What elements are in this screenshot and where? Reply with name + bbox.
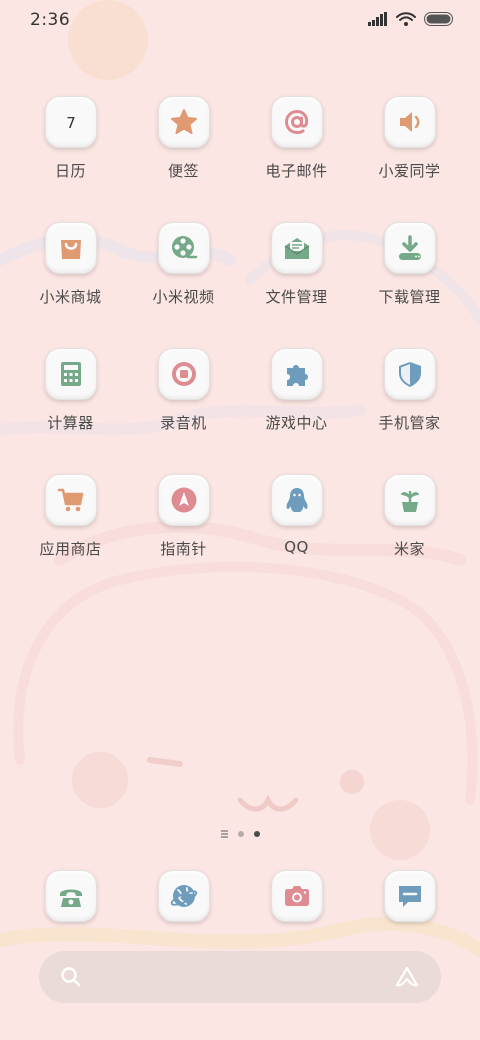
page-dot xyxy=(237,830,244,837)
app-label: 小米视频 xyxy=(152,288,215,306)
app-calendar[interactable]: 7 日历 xyxy=(14,92,127,218)
app-mi-store[interactable]: 小米商城 xyxy=(14,218,127,344)
status-icons xyxy=(368,12,454,26)
app-label: 便签 xyxy=(167,162,199,180)
app-compass[interactable]: 指南针 xyxy=(127,470,240,596)
app-label: 文件管理 xyxy=(265,288,328,306)
app-mi-video[interactable]: 小米视频 xyxy=(127,218,240,344)
star-icon xyxy=(170,109,197,134)
puzzle-icon xyxy=(286,365,308,386)
app-label: 指南针 xyxy=(160,540,207,558)
app-label: 米家 xyxy=(393,540,425,558)
cart-icon xyxy=(57,488,83,512)
download-icon xyxy=(398,235,421,260)
app-game-center[interactable]: 游戏中心 xyxy=(240,344,353,470)
app-label: 应用商店 xyxy=(39,540,102,558)
app-download-manager[interactable]: 下载管理 xyxy=(353,218,466,344)
calendar-day: 7 xyxy=(66,114,76,132)
minus-one-page-icon xyxy=(220,830,228,838)
calendar-icon: 7 xyxy=(66,114,76,132)
record-icon xyxy=(171,362,196,386)
search-icon[interactable] xyxy=(59,965,83,989)
compass-icon xyxy=(171,487,196,513)
app-qq[interactable]: QQ xyxy=(240,470,353,596)
battery-icon xyxy=(424,12,453,26)
at-sign-icon xyxy=(284,109,308,135)
app-label: 手机管家 xyxy=(378,414,441,432)
app-label: 日历 xyxy=(54,162,86,180)
calculator-icon xyxy=(60,362,81,386)
app-label: QQ xyxy=(284,538,309,556)
assistant-icon[interactable] xyxy=(393,965,421,989)
wifi-icon xyxy=(396,12,416,26)
app-label: 游戏中心 xyxy=(265,414,328,432)
shopping-bag-icon xyxy=(60,240,81,259)
app-file-manager[interactable]: 文件管理 xyxy=(240,218,353,344)
dock-phone[interactable] xyxy=(14,866,127,922)
search-bar[interactable] xyxy=(39,951,441,1003)
app-xiaoai[interactable]: 小爱同学 xyxy=(353,92,466,218)
app-label: 电子邮件 xyxy=(265,162,328,180)
page-dot-active xyxy=(253,830,260,837)
app-email[interactable]: 电子邮件 xyxy=(240,92,353,218)
app-label: 小米商城 xyxy=(39,288,102,306)
dock-messages[interactable] xyxy=(353,866,466,922)
dock xyxy=(14,866,466,922)
app-mijia[interactable]: 米家 xyxy=(353,470,466,596)
camera-icon xyxy=(284,886,309,906)
envelope-icon xyxy=(284,238,309,259)
app-app-store[interactable]: 应用商店 xyxy=(14,470,127,596)
app-label: 下载管理 xyxy=(378,288,441,306)
speaker-icon xyxy=(399,112,419,132)
film-reel-icon xyxy=(171,236,197,259)
app-calculator[interactable]: 计算器 xyxy=(14,344,127,470)
app-label: 小爱同学 xyxy=(378,162,441,180)
app-label: 录音机 xyxy=(160,414,207,432)
dock-camera[interactable] xyxy=(240,866,353,922)
app-security[interactable]: 手机管家 xyxy=(353,344,466,470)
dock-browser[interactable] xyxy=(127,866,240,922)
signal-icon xyxy=(368,12,387,26)
app-grid: 7 日历 便签 电子邮件 小爱同学 小米商城 小米视频 文件管理 下载管理 计算… xyxy=(14,92,466,596)
penguin-icon xyxy=(286,488,307,512)
page-indicator[interactable] xyxy=(0,830,480,838)
phone-icon xyxy=(59,889,82,907)
app-label: 计算器 xyxy=(47,414,94,432)
browser-globe-icon xyxy=(170,885,197,907)
status-time: 2:36 xyxy=(30,10,71,30)
app-notes[interactable]: 便签 xyxy=(127,92,240,218)
message-icon xyxy=(398,886,421,907)
app-recorder[interactable]: 录音机 xyxy=(127,344,240,470)
shield-icon xyxy=(398,362,421,387)
plant-icon xyxy=(400,490,419,512)
status-bar: 2:36 xyxy=(0,0,480,44)
